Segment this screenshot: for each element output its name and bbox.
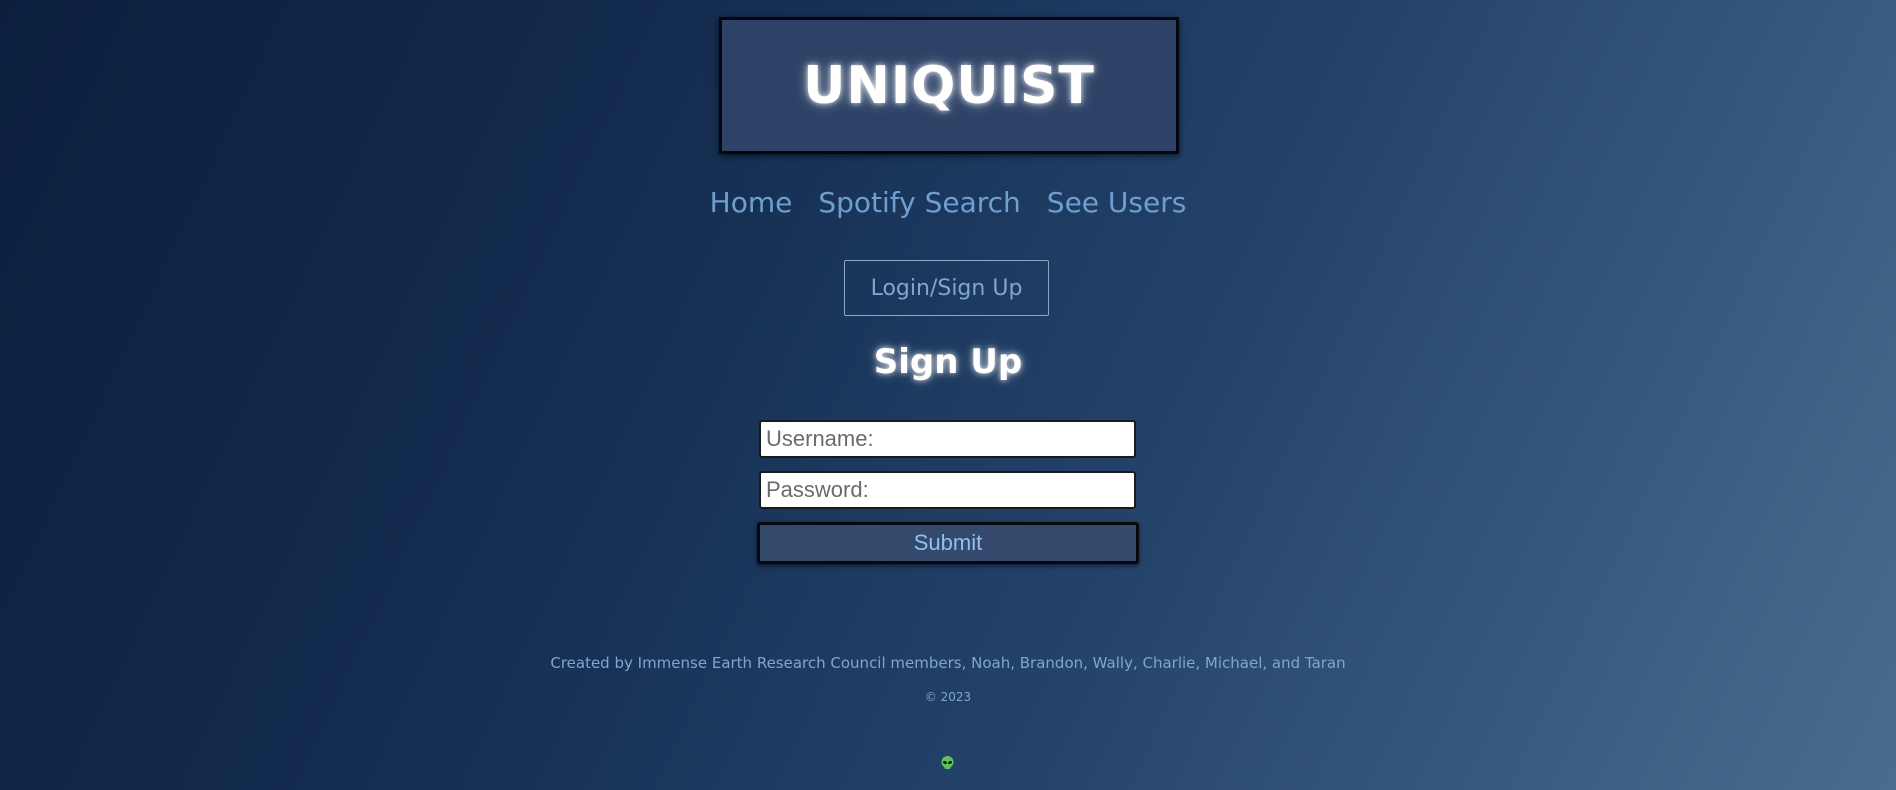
- submit-button[interactable]: Submit: [757, 522, 1139, 564]
- footer-credit: Created by Immense Earth Research Counci…: [550, 654, 1346, 672]
- alien-icon: [941, 756, 954, 770]
- login-signup-button[interactable]: Login/Sign Up: [844, 260, 1049, 316]
- username-input[interactable]: [759, 420, 1136, 458]
- nav-link-home[interactable]: Home: [710, 186, 793, 219]
- signup-heading: Sign Up: [873, 342, 1023, 382]
- nav-link-spotify-search[interactable]: Spotify Search: [818, 186, 1020, 219]
- logo-box: UNIQUIST: [719, 17, 1179, 154]
- main-nav: Home Spotify Search See Users: [0, 186, 1896, 219]
- password-input[interactable]: [759, 471, 1136, 509]
- nav-link-see-users[interactable]: See Users: [1047, 186, 1187, 219]
- site-logo: UNIQUIST: [803, 55, 1095, 116]
- footer-copyright: © 2023: [924, 690, 972, 704]
